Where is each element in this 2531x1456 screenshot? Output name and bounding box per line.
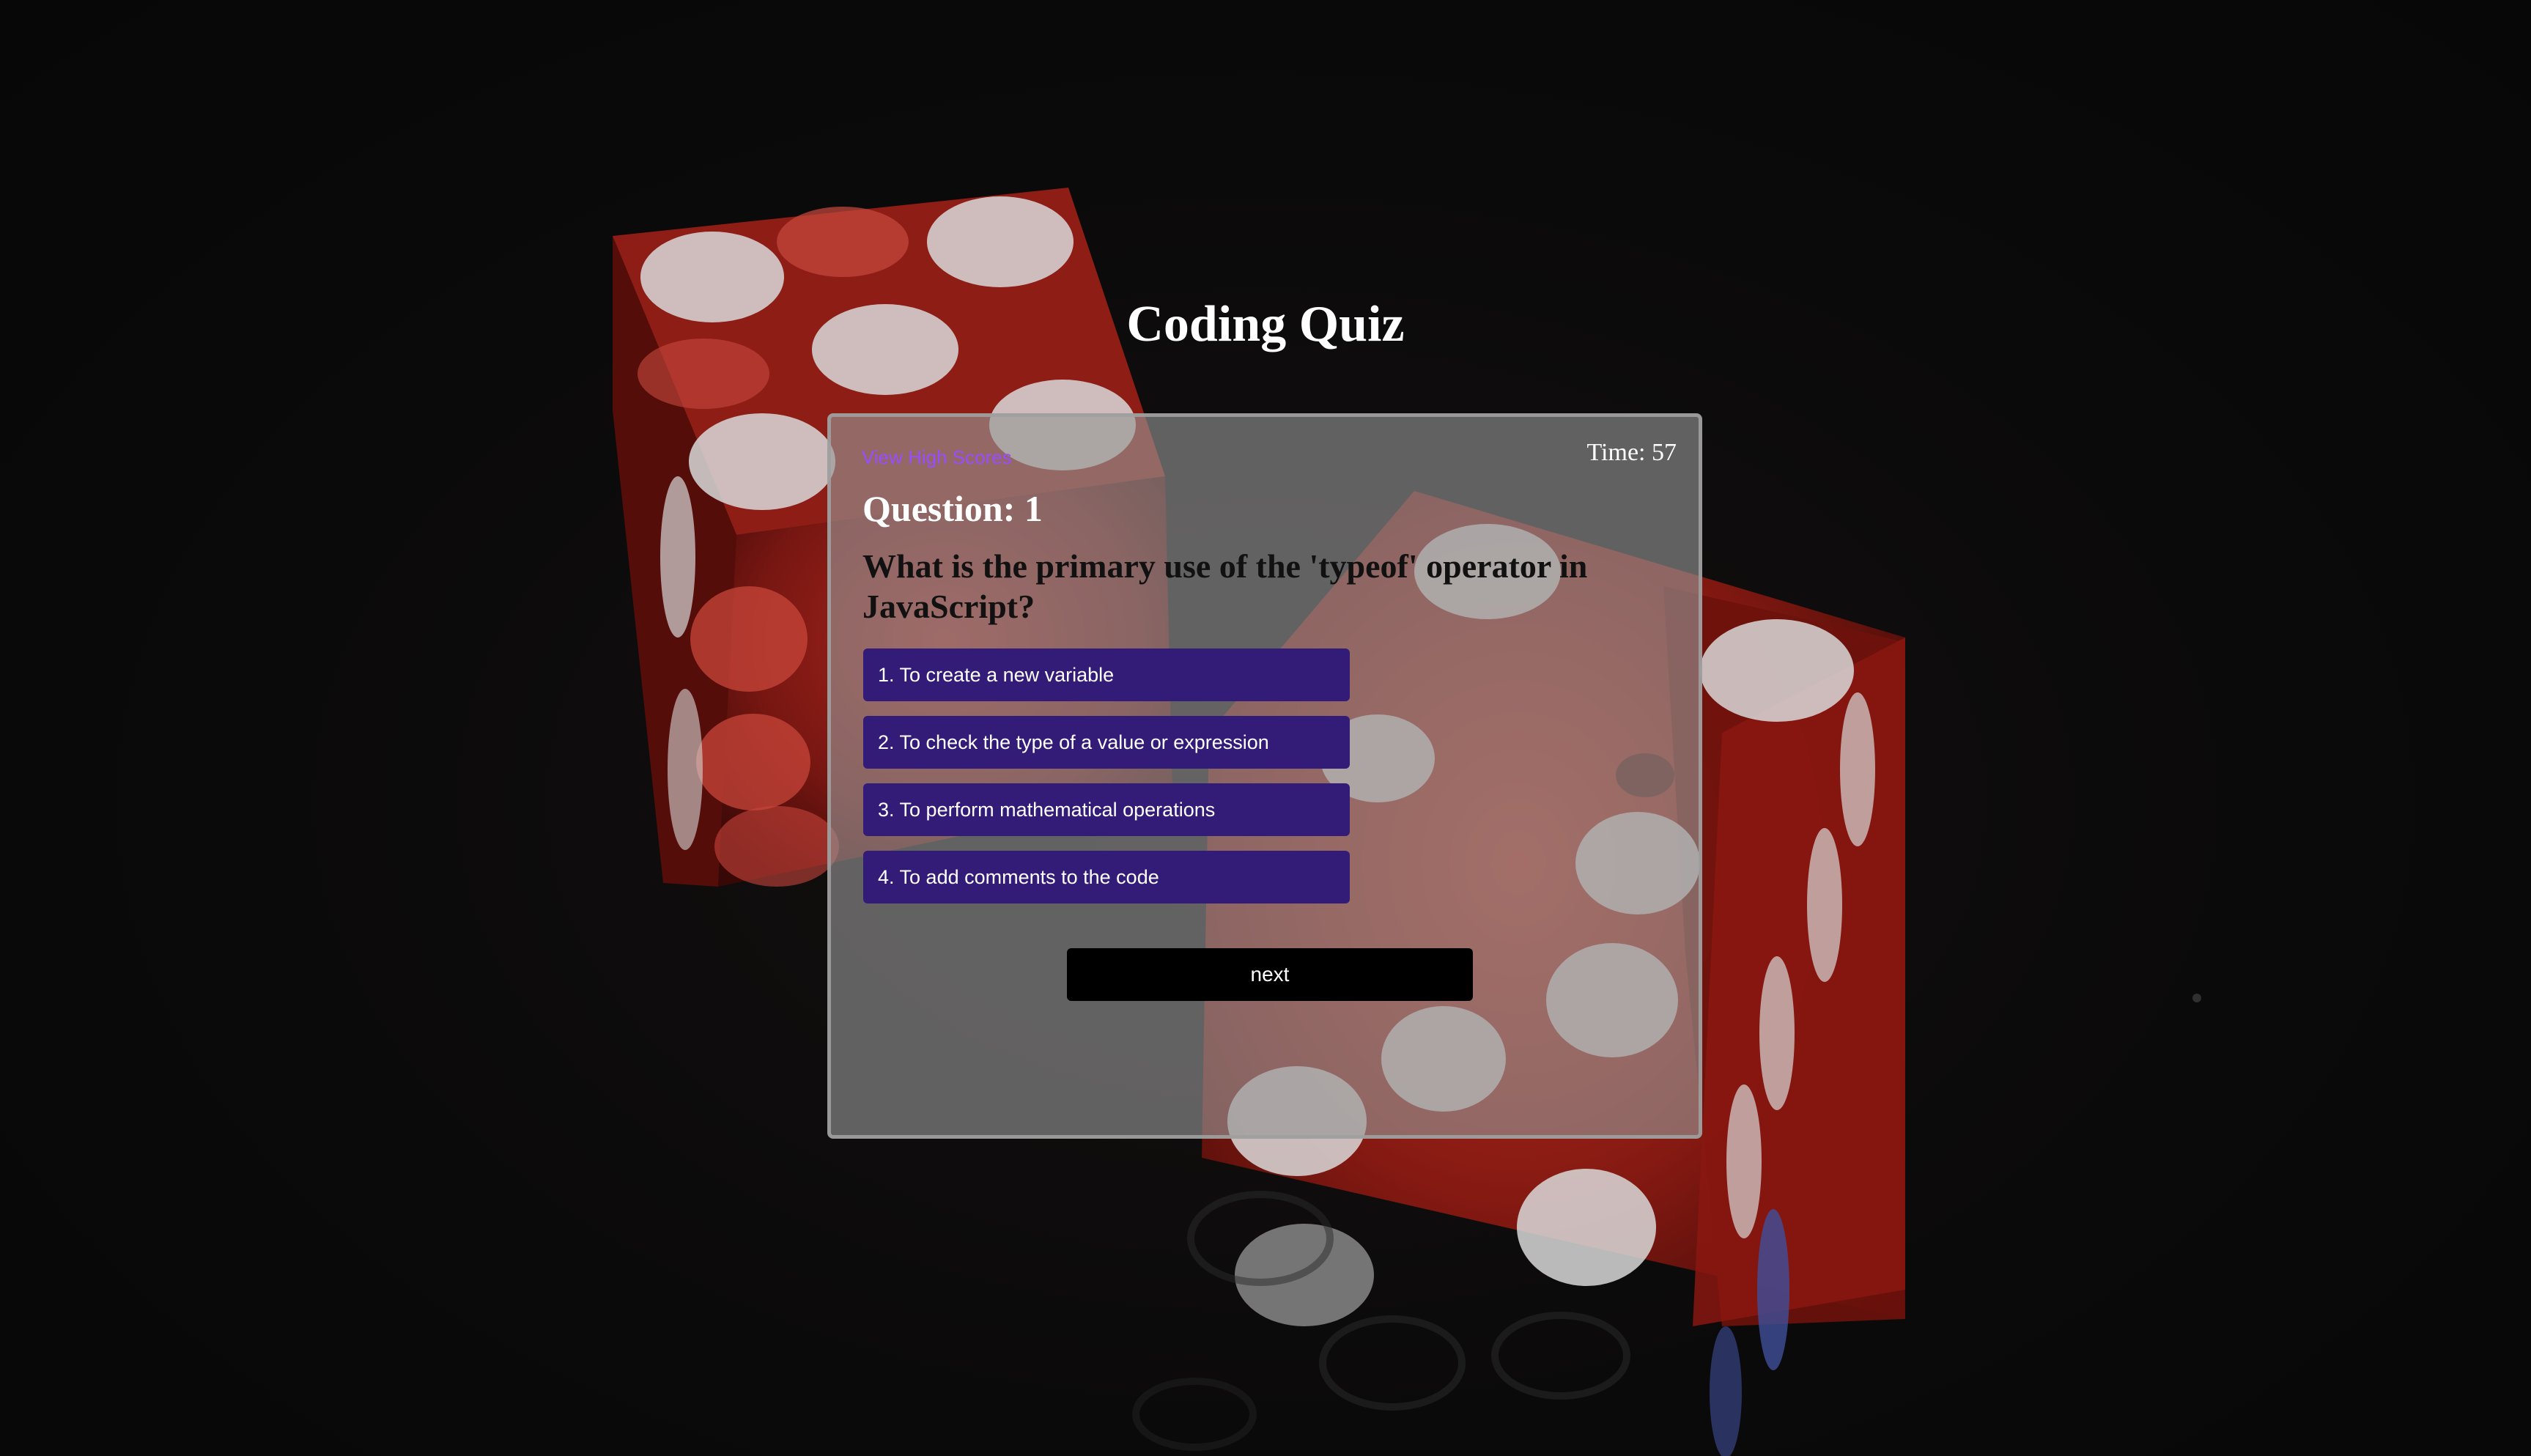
answer-option-2[interactable]: 2. To check the type of a value or expre… xyxy=(863,716,1350,769)
answer-option-3[interactable]: 3. To perform mathematical operations xyxy=(863,783,1350,836)
answer-option-4[interactable]: 4. To add comments to the code xyxy=(863,851,1350,903)
view-high-scores-link[interactable]: View High Scores xyxy=(862,446,1012,469)
timer-display: Time: 57 xyxy=(1586,439,1677,466)
page-title: Coding Quiz xyxy=(1126,296,1405,352)
page: Coding Quiz View High Scores Time: 57 Qu… xyxy=(0,0,2531,1456)
question-text: What is the primary use of the 'typeof' … xyxy=(862,547,1588,626)
next-button[interactable]: next xyxy=(1067,948,1473,1001)
answer-option-1[interactable]: 1. To create a new variable xyxy=(863,648,1350,701)
question-number: Question: 1 xyxy=(862,488,1043,529)
quiz-card: View High Scores Time: 57 Question: 1 Wh… xyxy=(827,413,1702,1139)
